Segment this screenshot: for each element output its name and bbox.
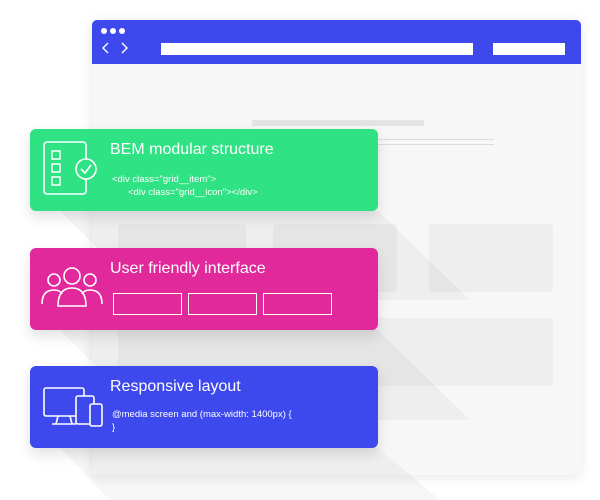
- feature-title: User friendly interface: [110, 260, 266, 277]
- code-line: @media screen and (max-width: 1400px) {: [112, 409, 292, 420]
- checklist-icon: [43, 141, 97, 195]
- feature-title: Responsive layout: [110, 378, 241, 395]
- feature-title: BEM modular structure: [110, 141, 274, 158]
- code-line: }: [112, 422, 116, 433]
- feature-card-users: User friendly interface: [30, 248, 378, 330]
- ui-element-placeholder: [113, 293, 182, 315]
- code-line: <div class="grid__icon"></div>: [128, 187, 258, 198]
- feature-card-bem: BEM modular structure <div class="grid__…: [30, 129, 378, 211]
- ui-element-placeholder: [188, 293, 257, 315]
- users-icon: [41, 267, 103, 307]
- ui-element-placeholder: [263, 293, 332, 315]
- feature-card-responsive: Responsive layout @media screen and (max…: [30, 366, 378, 448]
- code-line: <div class="grid__item">: [112, 174, 217, 185]
- devices-icon: [43, 387, 103, 427]
